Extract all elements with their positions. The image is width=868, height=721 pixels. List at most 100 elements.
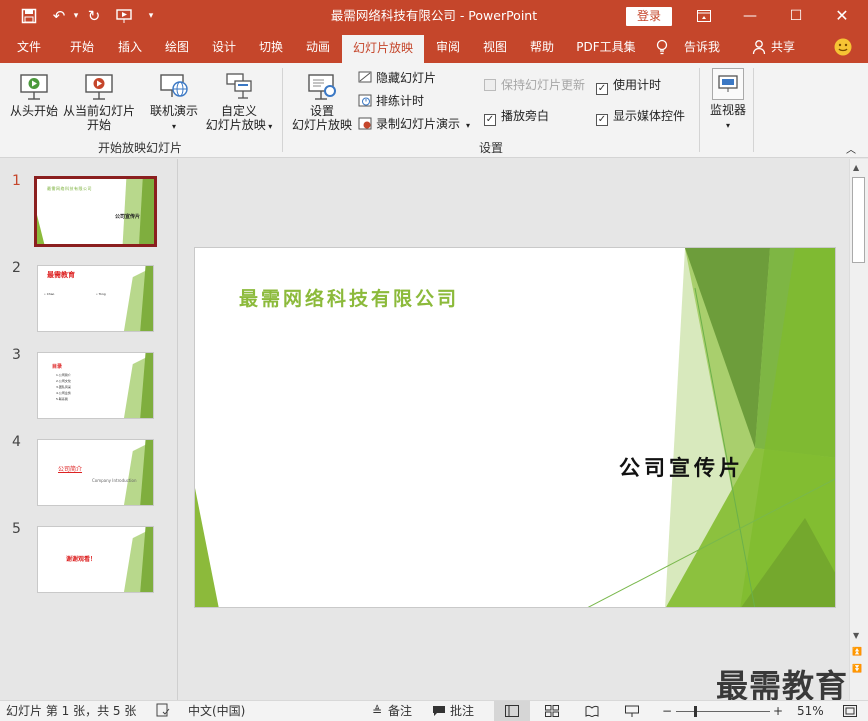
rehearse-timings-button[interactable]: 排练计时 <box>358 93 424 109</box>
checkmark-icon[interactable]: ✓ <box>596 83 608 95</box>
record-label: 录制幻灯片演示 <box>376 117 461 131</box>
hide-slide-button[interactable]: 隐藏幻灯片 <box>358 70 436 86</box>
slide-title[interactable]: 最需网络科技有限公司 <box>239 284 459 311</box>
checkmark-icon[interactable]: ✓ <box>484 114 496 126</box>
slide-show-view-icon[interactable] <box>625 701 639 721</box>
rehearse-label: 排练计时 <box>376 94 425 108</box>
language-text[interactable]: 中文(中国) <box>188 701 245 721</box>
checkbox-unchecked[interactable] <box>484 79 496 91</box>
lightbulb-icon[interactable] <box>654 32 670 63</box>
play-narrations-checkbox[interactable]: ✓ 播放旁白 <box>484 108 549 126</box>
comments-button[interactable]: 批注 <box>450 701 474 721</box>
ribbon-display-icon[interactable] <box>681 0 727 32</box>
smiley-icon[interactable] <box>833 32 853 63</box>
keep-slides-updated-checkbox[interactable]: 保持幻灯片更新 <box>484 77 585 93</box>
minimize-button[interactable]: — <box>727 0 773 32</box>
spellcheck-icon[interactable] <box>156 701 171 721</box>
status-bar: 幻灯片 第 1 张，共 5 张 中文(中国) ≜ 备注 批注 − + 51% <box>0 700 868 721</box>
zoom-level[interactable]: 51% <box>797 701 824 721</box>
undo-icon[interactable]: ↶ <box>48 0 70 32</box>
globe-screen-icon <box>160 74 188 97</box>
set-up-slide-show-button[interactable]: 设置 幻灯片放映 <box>290 71 354 132</box>
maximize-button[interactable]: ☐ <box>773 0 819 32</box>
show-media-controls-checkbox[interactable]: ✓ 显示媒体控件 <box>596 108 685 126</box>
share-button[interactable]: 共享 <box>768 32 798 63</box>
record-slide-show-button[interactable]: 录制幻灯片演示 ▾ <box>358 116 470 134</box>
thumb-2-left: • Chao <box>44 292 55 296</box>
zoom-slider-track[interactable] <box>676 711 770 712</box>
customize-toolbar-icon[interactable]: ▾ <box>145 0 157 32</box>
normal-view-icon[interactable] <box>494 701 530 721</box>
redo-icon[interactable]: ↻ <box>84 0 104 32</box>
tab-design[interactable]: 设计 <box>204 32 244 63</box>
tab-transitions[interactable]: 切换 <box>251 32 291 63</box>
person-icon[interactable] <box>751 32 767 63</box>
from-beginning-label: 从头开始 <box>9 104 58 118</box>
tab-pdf-tools[interactable]: PDF工具集 <box>572 32 640 63</box>
slide-thumbnail-4[interactable]: 公司简介 Company Introduction <box>37 439 154 506</box>
scroll-down-icon[interactable]: ▼ <box>853 631 859 640</box>
slide-count-text: 幻灯片 第 1 张，共 5 张 <box>6 704 137 718</box>
reading-view-icon[interactable] <box>585 701 599 721</box>
tell-me-search[interactable]: 告诉我 <box>680 32 724 63</box>
next-slide-icon[interactable]: ⏬ <box>852 664 862 673</box>
record-icon <box>358 117 372 130</box>
login-button[interactable]: 登录 <box>626 7 672 26</box>
use-timings-label: 使用计时 <box>613 78 662 92</box>
thumb-1-title: 最需网络科技有限公司 <box>47 186 92 191</box>
slide-thumbnail-1[interactable]: 最需网络科技有限公司 公司宣传片 <box>34 176 157 247</box>
zoom-out-icon[interactable]: − <box>662 701 672 721</box>
previous-slide-icon[interactable]: ⏫ <box>852 647 862 656</box>
hide-slide-icon <box>358 71 372 83</box>
thumb-2-title: 最需教育 <box>47 271 75 279</box>
group-separator <box>282 68 283 152</box>
present-online-button[interactable]: 联机演示 ▾ <box>146 71 202 134</box>
custom-show-icon <box>226 73 252 99</box>
use-timings-checkbox[interactable]: ✓ 使用计时 <box>596 77 661 95</box>
notes-button[interactable]: 备注 <box>388 701 412 721</box>
collapse-ribbon-icon[interactable]: ︿ <box>846 143 856 159</box>
slide-number: 5 <box>12 521 21 537</box>
slide-sorter-icon[interactable] <box>545 701 559 721</box>
tab-animations[interactable]: 动画 <box>298 32 338 63</box>
monitor-button[interactable]: 监视器 ▾ <box>706 68 750 133</box>
keep-updated-label: 保持幻灯片更新 <box>501 78 586 92</box>
slide-thumbnail-3[interactable]: 目录 1.公司简介 2.公司文化 3.团队风采 4.公司业务 5.联系我 <box>37 352 154 419</box>
tab-view[interactable]: 视图 <box>475 32 515 63</box>
present-online-dropdown-icon[interactable]: ▾ <box>172 122 176 131</box>
comments-icon[interactable] <box>432 701 446 721</box>
undo-dropdown-icon[interactable]: ▾ <box>70 0 82 32</box>
stopwatch-icon <box>358 94 372 107</box>
zoom-slider-thumb[interactable] <box>694 706 697 717</box>
save-icon[interactable] <box>17 0 41 32</box>
tab-insert[interactable]: 插入 <box>110 32 150 63</box>
ribbon: 从头开始 从当前幻灯片 开始 联机演示 ▾ 自定义 幻灯片放映 ▾ 开始放映幻灯… <box>0 63 868 158</box>
record-dropdown-icon[interactable]: ▾ <box>466 121 470 130</box>
scroll-up-icon[interactable]: ▲ <box>853 163 859 172</box>
slide-thumbnail-5[interactable]: 谢谢观看！ <box>37 526 154 593</box>
custom-slide-show-button[interactable]: 自定义 幻灯片放映 ▾ <box>202 71 276 134</box>
from-current-slide-button[interactable]: 从当前幻灯片 开始 <box>62 71 136 132</box>
close-button[interactable]: ✕ <box>819 0 865 32</box>
checkmark-icon[interactable]: ✓ <box>596 114 608 126</box>
vertical-scrollbar[interactable]: ▲ ▼ ⏫ ⏬ <box>849 159 868 700</box>
fit-slide-icon[interactable] <box>843 701 857 721</box>
tab-draw[interactable]: 绘图 <box>157 32 197 63</box>
thumb-4-title: 公司简介 <box>58 466 83 473</box>
main-slide[interactable]: 最需网络科技有限公司 公司宣传片 <box>194 247 836 608</box>
tab-file[interactable]: 文件 <box>10 32 48 63</box>
tab-home[interactable]: 开始 <box>62 32 102 63</box>
tab-review[interactable]: 审阅 <box>428 32 468 63</box>
play-narrations-label: 播放旁白 <box>501 109 550 123</box>
present-online-label: 联机演示 <box>149 104 198 118</box>
slide-thumbnail-2[interactable]: 最需教育 • Chao • Tong <box>37 265 154 332</box>
tab-help[interactable]: 帮助 <box>522 32 562 63</box>
tab-slide-show[interactable]: 幻灯片放映 <box>342 35 424 63</box>
present-from-start-icon[interactable] <box>113 0 135 32</box>
zoom-in-icon[interactable]: + <box>773 701 783 721</box>
setup-show-label: 设置 <box>309 104 334 118</box>
slide-subtitle[interactable]: 公司宣传片 <box>619 452 744 482</box>
scroll-thumb[interactable] <box>852 177 865 263</box>
notes-icon[interactable]: ≜ <box>372 701 382 721</box>
from-beginning-button[interactable]: 从头开始 <box>8 71 60 118</box>
